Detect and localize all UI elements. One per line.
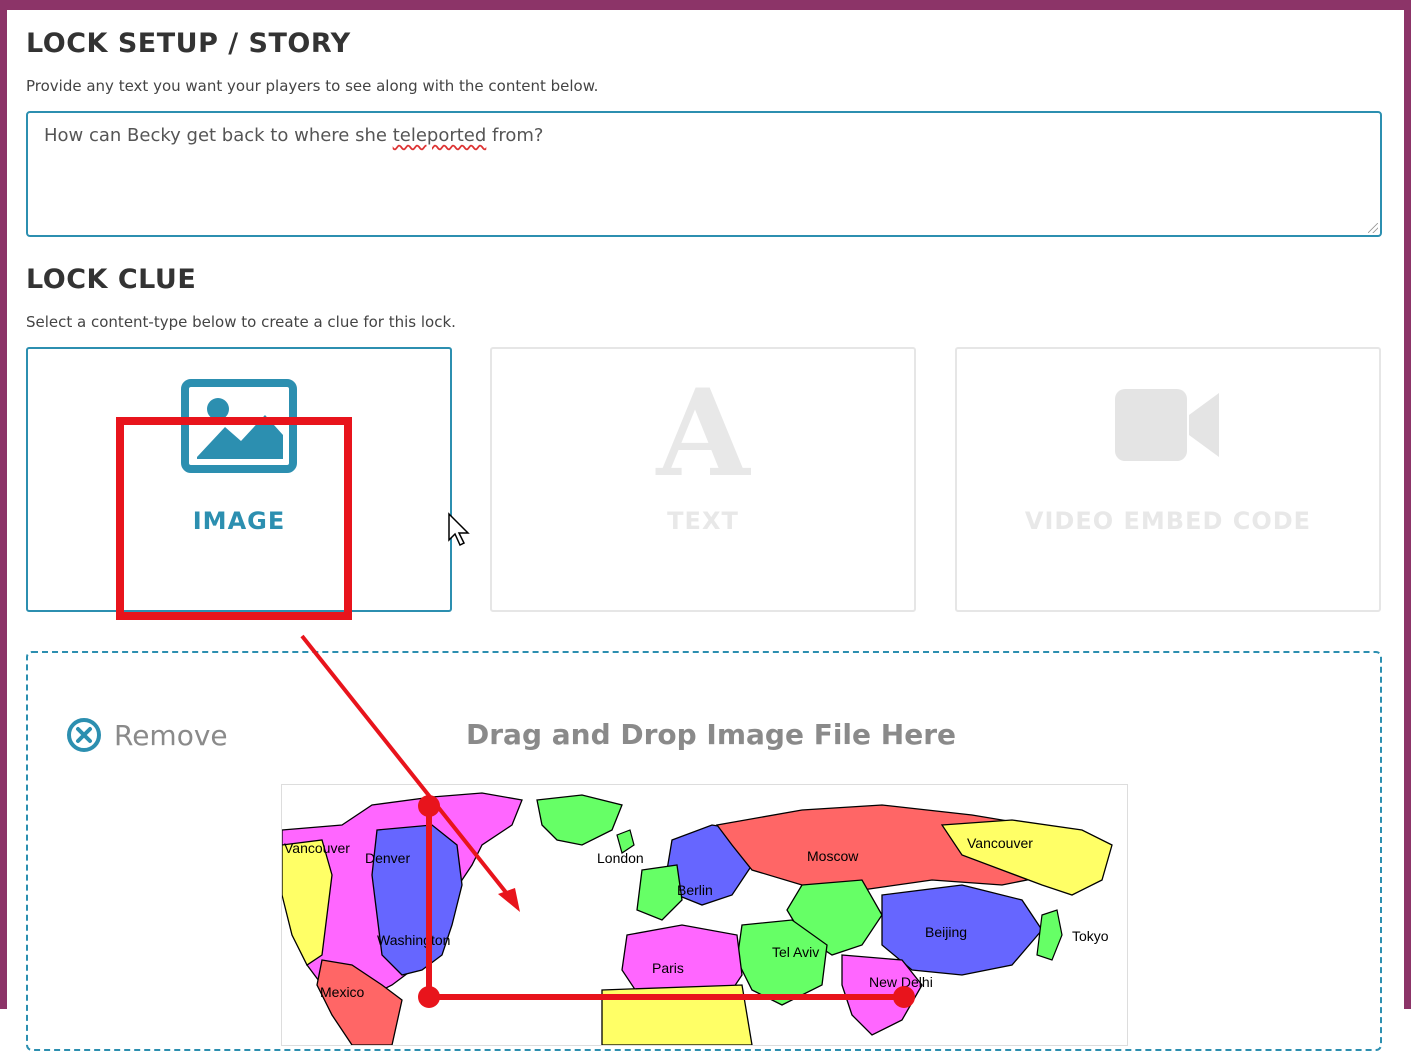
story-text-part1: How can Becky get back to where she	[44, 125, 393, 146]
map-label-moscow: Moscow	[807, 848, 859, 864]
image-icon	[28, 379, 450, 479]
map-label-washington: Washington	[377, 932, 450, 948]
remove-label: Remove	[114, 718, 228, 752]
dropzone-prompt: Drag and Drop Image File Here	[466, 718, 956, 751]
map-label-beijing: Beijing	[925, 924, 967, 940]
map-label-vancouver-west: Vancouver	[284, 840, 350, 856]
map-label-vancouver-east: Vancouver	[967, 835, 1033, 851]
clue-type-video-label: VIDEO EMBED CODE	[1024, 507, 1312, 535]
map-label-new-delhi: New Delhi	[869, 974, 933, 990]
text-a-icon: A	[492, 379, 914, 479]
remove-circle-x-icon	[67, 718, 101, 752]
map-label-london: London	[597, 850, 644, 866]
clue-type-text-card[interactable]: A TEXT	[490, 347, 916, 612]
lock-setup-description: Provide any text you want your players t…	[26, 77, 599, 95]
story-text-misspelled: teleported	[392, 125, 487, 146]
lock-clue-heading: LOCK CLUE	[26, 264, 197, 295]
textarea-resize-handle[interactable]	[1368, 223, 1378, 233]
map-label-denver: Denver	[365, 850, 410, 866]
remove-button[interactable]: Remove	[66, 717, 228, 753]
video-camera-icon	[957, 379, 1379, 479]
uploaded-map-image: Vancouver Denver London Moscow Vancouver…	[281, 784, 1128, 1046]
clue-type-text-label: TEXT	[667, 507, 739, 535]
svg-text:A: A	[655, 379, 751, 479]
story-text-part2: from?	[486, 125, 544, 146]
clue-type-image-label: IMAGE	[192, 507, 286, 535]
clue-type-image-card[interactable]: IMAGE	[26, 347, 452, 612]
map-label-paris: Paris	[652, 960, 684, 976]
map-label-tel-aviv: Tel Aviv	[772, 944, 819, 960]
clue-type-video-card[interactable]: VIDEO EMBED CODE	[955, 347, 1381, 612]
map-label-tokyo: Tokyo	[1072, 928, 1109, 944]
lock-setup-heading: LOCK SETUP / STORY	[26, 28, 351, 59]
story-textarea[interactable]: How can Becky get back to where she tele…	[26, 111, 1382, 237]
map-label-berlin: Berlin	[677, 882, 713, 898]
mouse-cursor-icon	[448, 512, 470, 547]
lock-clue-description: Select a content-type below to create a …	[26, 313, 456, 331]
map-label-mexico: Mexico	[320, 984, 365, 1000]
